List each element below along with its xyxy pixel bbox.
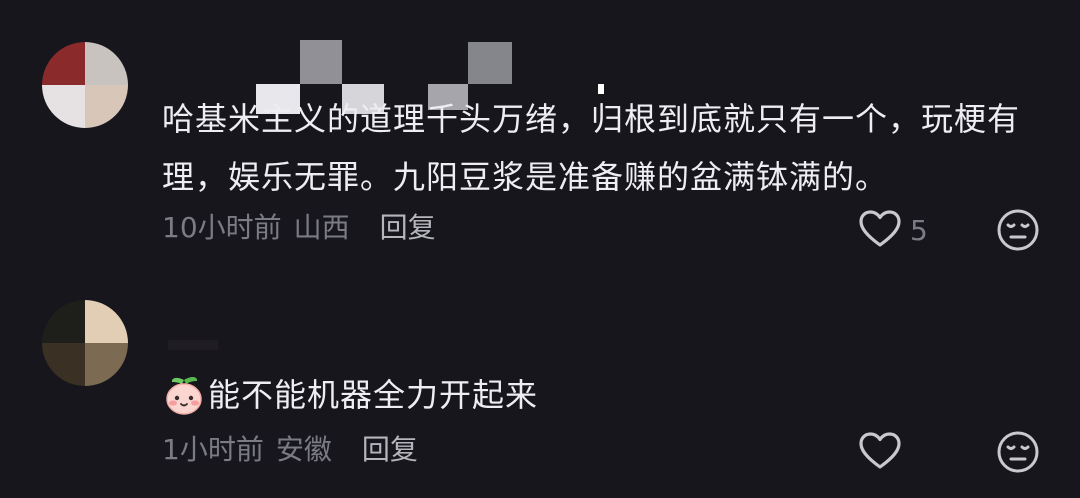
avatar-pixel bbox=[42, 42, 85, 85]
dislike-button[interactable] bbox=[996, 430, 1040, 478]
comment-item: 能不能机器全力开起来 1小时前 安徽 回复 bbox=[0, 270, 1080, 498]
avatar-pixel bbox=[85, 85, 128, 128]
comment-text: 哈基米主义的道理千头万绪，归根到底就只有一个，玩梗有理，娱乐无罪。九阳豆浆是准备… bbox=[162, 100, 1021, 196]
comment-item: 哈基米主义的道理千头万绪，归根到底就只有一个，玩梗有理，娱乐无罪。九阳豆浆是准备… bbox=[0, 0, 1080, 270]
reply-button[interactable]: 回复 bbox=[380, 206, 436, 246]
avatar-pixel bbox=[85, 343, 128, 386]
reply-button[interactable]: 回复 bbox=[362, 428, 418, 468]
heart-icon bbox=[859, 210, 901, 247]
meh-face-icon bbox=[997, 431, 1039, 473]
like-button[interactable] bbox=[858, 430, 910, 474]
avatar[interactable] bbox=[42, 300, 128, 386]
peach-face-sticker-icon bbox=[166, 377, 202, 415]
meh-face-icon bbox=[997, 209, 1039, 251]
comment-location: 安徽 bbox=[275, 433, 332, 466]
avatar-pixel bbox=[42, 343, 85, 386]
comment-time: 10小时前 bbox=[162, 211, 282, 244]
like-count: 5 bbox=[910, 213, 928, 247]
avatar-pixel bbox=[85, 42, 128, 85]
heart-icon bbox=[859, 432, 901, 469]
avatar[interactable] bbox=[42, 42, 128, 128]
avatar-pixel bbox=[42, 85, 85, 128]
avatar-pixel bbox=[85, 300, 128, 343]
username-mosaic[interactable] bbox=[168, 340, 218, 354]
comment-text: 能不能机器全力开起来 bbox=[208, 376, 539, 414]
comment-time: 1小时前 bbox=[162, 433, 264, 466]
comment-meta: 10小时前 山西 回复 bbox=[162, 206, 436, 246]
comment-meta: 1小时前 安徽 回复 bbox=[162, 428, 418, 468]
comment-location: 山西 bbox=[293, 211, 350, 244]
avatar-pixel bbox=[42, 300, 85, 343]
dislike-button[interactable] bbox=[996, 208, 1040, 256]
like-button[interactable]: 5 bbox=[858, 208, 928, 252]
comment-text-row: 能不能机器全力开起来 bbox=[162, 366, 1042, 424]
